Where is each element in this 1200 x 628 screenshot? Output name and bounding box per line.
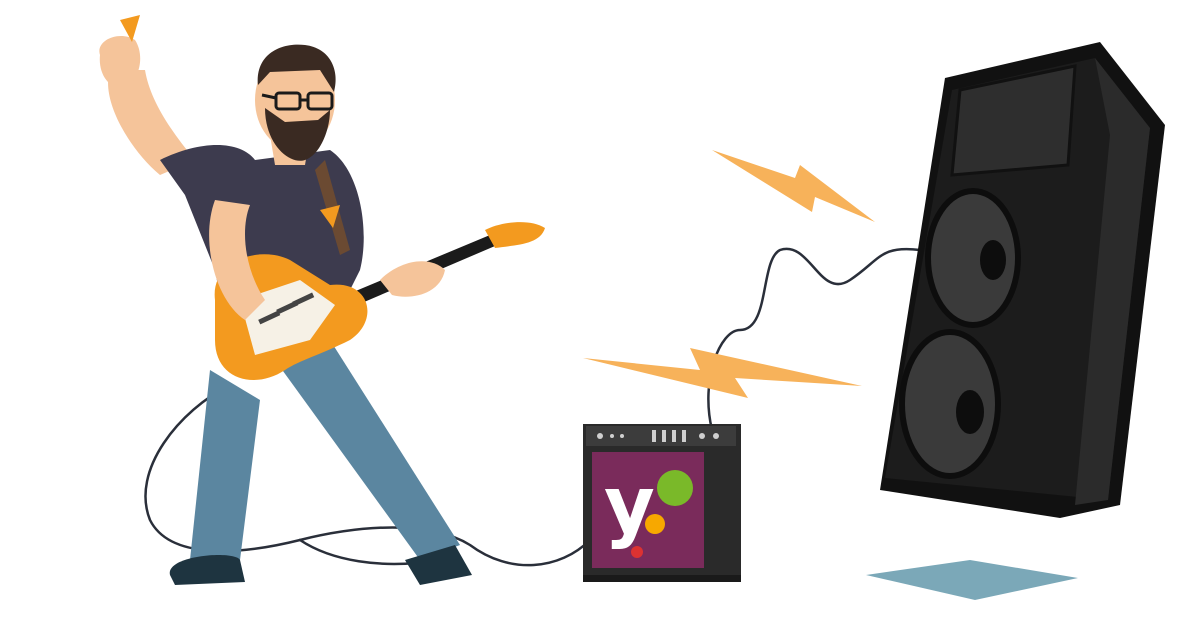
- amp-speaker-cable: [707, 247, 921, 431]
- guitarist: [99, 15, 545, 585]
- speaker-woofer-lower: [899, 329, 1001, 479]
- logo-green-dot: [657, 470, 693, 506]
- logo-red-dot: [631, 546, 643, 558]
- right-leg: [275, 340, 460, 560]
- guitar-headstock: [485, 222, 545, 248]
- amp-logo-y-text: y: [604, 461, 655, 551]
- left-shoe: [169, 555, 245, 585]
- lightning-bolt-upper: [712, 150, 875, 222]
- speaker-cabinet: [880, 42, 1165, 518]
- illustration-canvas: y: [99, 15, 1165, 600]
- lightning-bolt-middle: [583, 348, 862, 398]
- left-leg: [190, 370, 260, 560]
- logo-orange-dot: [645, 514, 665, 534]
- amplifier: y: [583, 424, 741, 582]
- speaker-floor-shadow: [866, 560, 1078, 600]
- fretting-hand: [380, 261, 445, 297]
